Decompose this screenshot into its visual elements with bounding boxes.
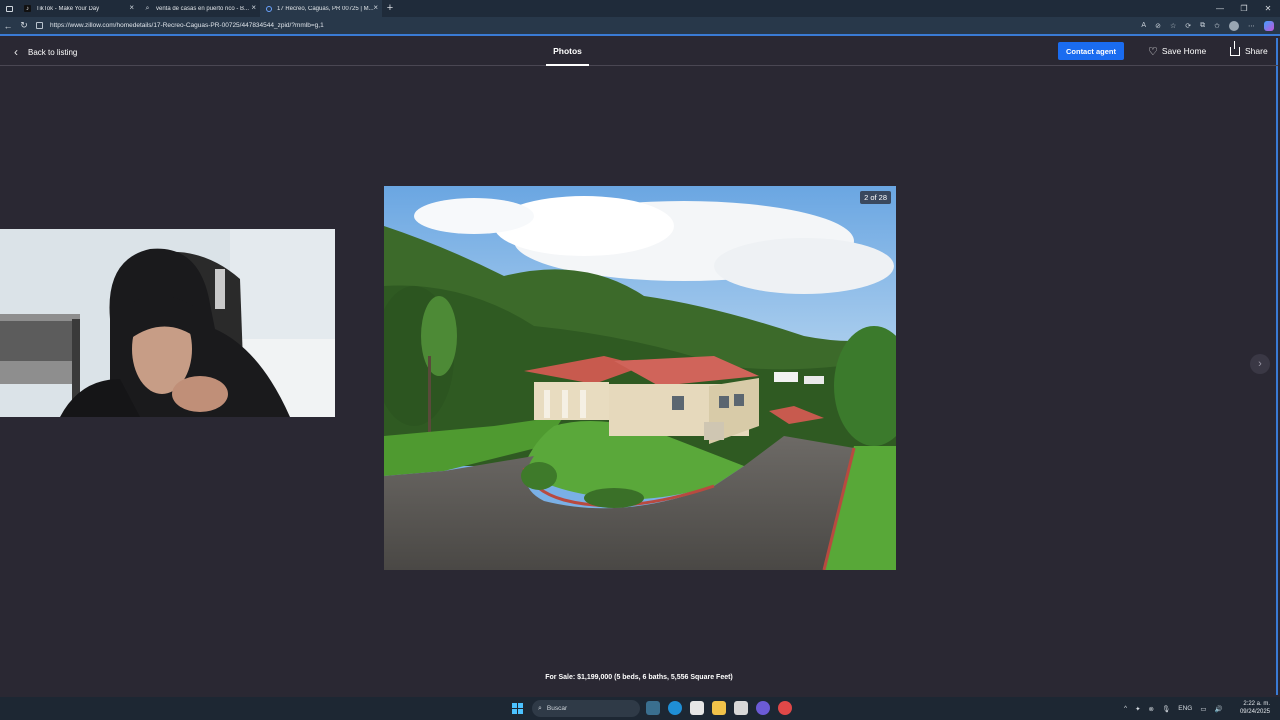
search-icon: ⌕: [145, 4, 150, 12]
chevron-left-icon: ‹: [14, 45, 18, 59]
screen: ♪ TikTok - Make Your Day × ⌕ venta de ca…: [0, 0, 1280, 720]
share-icon: [1230, 40, 1240, 56]
webcam-image: [0, 229, 335, 417]
close-tab-icon[interactable]: ×: [251, 4, 256, 12]
photo-counter: 2 of 28: [860, 191, 891, 204]
close-tab-icon[interactable]: ×: [373, 4, 378, 12]
clock-date: 09/24/2025: [1239, 709, 1270, 715]
zillow-icon: [266, 5, 272, 12]
address-bar: ← ↻ https://www.zillow.com/homedetails/1…: [0, 17, 1280, 36]
save-home-label: Save Home: [1161, 46, 1207, 56]
contact-agent-button[interactable]: Contact agent: [1058, 42, 1124, 60]
save-home-button[interactable]: ♡ Save Home: [1148, 43, 1206, 59]
taskbar-search[interactable]: ⌕ Buscar: [532, 700, 640, 717]
url-field[interactable]: https://www.zillow.com/homedetails/17-Re…: [36, 22, 324, 29]
photo-viewer-header: ‹ Back to listing Photos Contact agent ♡…: [0, 38, 1278, 66]
back-to-listing-label: Back to listing: [28, 47, 78, 57]
webcam-overlay: [0, 229, 335, 417]
tracking-icon[interactable]: ⊘: [1155, 22, 1161, 30]
opera-icon[interactable]: [778, 701, 792, 715]
browser-toolbar: A ⊘ ☆ ⟳ ⧉ ✩ ⋯: [1141, 17, 1274, 34]
window-controls: — ❐ ✕: [1208, 0, 1280, 17]
task-view-icon[interactable]: [646, 701, 660, 715]
extensions-icon[interactable]: ⧉: [1200, 22, 1205, 30]
site-info-icon[interactable]: [36, 22, 43, 29]
clock-time: 2:22 a. m.: [1243, 701, 1270, 707]
minimize-button[interactable]: —: [1208, 0, 1232, 17]
back-arrow-icon[interactable]: ←: [0, 17, 16, 34]
chat-app-icon[interactable]: [756, 701, 770, 715]
app-icon[interactable]: [734, 701, 748, 715]
language-indicator[interactable]: ENG: [1178, 705, 1192, 712]
vpn-icon[interactable]: ⊗: [1149, 705, 1154, 713]
favorite-star-icon[interactable]: ☆: [1170, 22, 1176, 30]
network-icon[interactable]: ▭: [1200, 705, 1206, 713]
new-tab-button[interactable]: +: [382, 0, 398, 17]
taskbar-search-label: Buscar: [546, 705, 568, 712]
edge-icon[interactable]: [668, 701, 682, 715]
chevron-right-icon: ›: [1258, 358, 1262, 370]
chevron-up-icon[interactable]: ^: [1124, 705, 1127, 712]
browser-tab-strip: ♪ TikTok - Make Your Day × ⌕ venta de ca…: [0, 0, 1280, 17]
listing-photo[interactable]: 2 of 28: [384, 186, 896, 570]
steam-icon[interactable]: ✦: [1135, 705, 1140, 713]
refresh-icon[interactable]: ↻: [16, 17, 32, 34]
windows-start-icon[interactable]: [512, 703, 523, 714]
tab-search-results[interactable]: ⌕ venta de casas en puerto rico - B... ×: [138, 0, 260, 17]
url-text: https://www.zillow.com/homedetails/17-Re…: [50, 22, 324, 29]
tab-title: venta de casas en puerto rico - B...: [156, 5, 250, 12]
file-explorer-icon[interactable]: [712, 701, 726, 715]
back-to-listing-link[interactable]: ‹ Back to listing: [14, 45, 77, 59]
favorites-icon[interactable]: ✩: [1214, 22, 1220, 30]
tab-zillow-listing[interactable]: 17 Recreo, Caguas, PR 00725 | M... ×: [260, 0, 382, 17]
taskbar-apps: [646, 701, 792, 715]
tab-title: TikTok - Make Your Day: [36, 5, 100, 12]
profile-avatar-icon[interactable]: [1229, 20, 1239, 31]
taskbar-clock[interactable]: 2:22 a. m. 09/24/2025: [1238, 700, 1270, 716]
volume-icon[interactable]: 🔊: [1214, 705, 1222, 713]
next-photo-button[interactable]: ›: [1250, 354, 1270, 374]
tab-actions-icon[interactable]: [0, 0, 18, 17]
maximize-button[interactable]: ❐: [1232, 0, 1256, 17]
heart-icon: ♡: [1148, 45, 1158, 58]
tab-title: 17 Recreo, Caguas, PR 00725 | M...: [277, 5, 374, 12]
tab-tiktok[interactable]: ♪ TikTok - Make Your Day ×: [18, 0, 138, 17]
tiktok-icon: ♪: [24, 5, 31, 12]
read-aloud-icon[interactable]: A: [1141, 22, 1146, 29]
store-icon[interactable]: [690, 701, 704, 715]
refresh-extension-icon[interactable]: ⟳: [1185, 22, 1191, 30]
microphone-icon[interactable]: 🎙: [1162, 705, 1170, 713]
close-window-button[interactable]: ✕: [1256, 0, 1280, 17]
share-button[interactable]: Share: [1230, 40, 1268, 59]
listing-caption: For Sale: $1,199,000 (5 beds, 6 baths, 5…: [545, 674, 733, 681]
tab-photos[interactable]: Photos: [546, 38, 589, 66]
share-label: Share: [1245, 46, 1268, 56]
close-tab-icon[interactable]: ×: [129, 4, 134, 12]
search-icon: ⌕: [538, 704, 542, 712]
system-tray: ^ ✦ ⊗ 🎙 ENG ▭ 🔊: [1124, 697, 1223, 720]
windows-taskbar: ⌕ Buscar ^ ✦ ⊗ 🎙 ENG ▭ 🔊 2:22 a. m. 09/2…: [0, 697, 1280, 720]
more-menu-icon[interactable]: ⋯: [1248, 22, 1255, 30]
house-photo-image: [384, 186, 896, 570]
copilot-icon[interactable]: [1264, 20, 1274, 31]
